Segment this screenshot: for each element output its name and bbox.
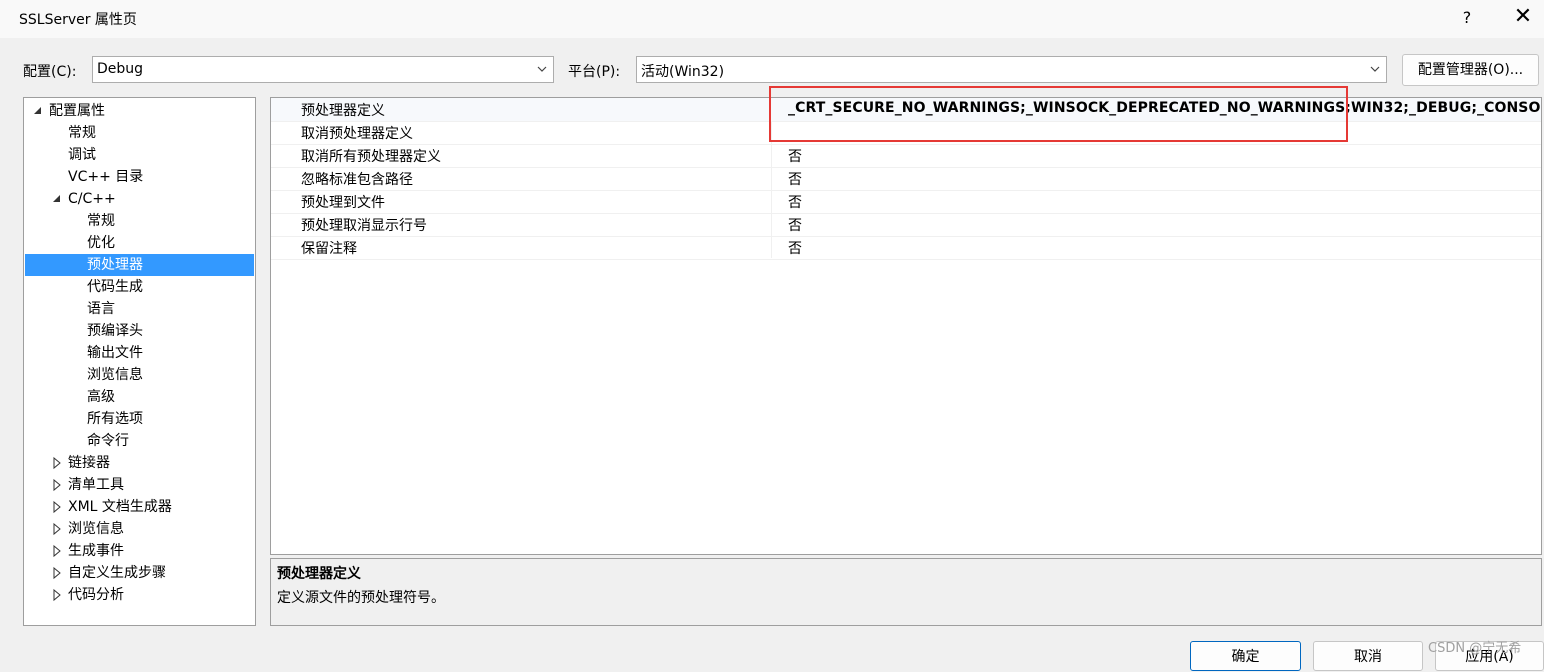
property-name: 保留注释: [301, 241, 357, 257]
tree-item-code-generation[interactable]: 代码生成: [87, 276, 143, 298]
description-title: 预处理器定义: [277, 566, 361, 582]
platform-label: 平台(P):: [568, 64, 621, 80]
config-label: 配置(C):: [23, 64, 77, 80]
tree-item-browse-info[interactable]: 浏览信息: [24, 518, 255, 540]
tree-item-manifest-tool[interactable]: 清单工具: [24, 474, 255, 496]
description-panel: 预处理器定义 定义源文件的预处理符号。: [270, 558, 1542, 626]
close-button[interactable]: ✕: [1511, 4, 1535, 29]
tree-item-command-line[interactable]: 命令行: [87, 430, 129, 452]
tree-item-code-analysis[interactable]: 代码分析: [24, 584, 255, 606]
tree-label: XML 文档生成器: [68, 499, 172, 515]
tree-label: 配置属性: [49, 103, 105, 119]
config-manager-button[interactable]: 配置管理器(O)...: [1402, 54, 1539, 86]
property-grid: 预处理器定义 _CRT_SECURE_NO_WARNINGS;_WINSOCK_…: [270, 97, 1542, 555]
property-name: 预处理取消显示行号: [301, 218, 427, 234]
tree-item-cpp-optimization[interactable]: 优化: [87, 232, 115, 254]
ok-button[interactable]: 确定: [1190, 641, 1301, 671]
tree-item-precompiled-headers[interactable]: 预编译头: [87, 320, 143, 342]
tree-item-browse-information[interactable]: 浏览信息: [87, 364, 143, 386]
property-value[interactable]: 否: [788, 238, 802, 258]
property-value[interactable]: 否: [788, 192, 802, 212]
platform-dropdown[interactable]: 活动(Win32): [636, 56, 1387, 83]
tree-label: 自定义生成步骤: [68, 565, 166, 581]
tree-label: 生成事件: [68, 543, 124, 559]
property-value[interactable]: 否: [788, 215, 802, 235]
tree-label: 清单工具: [68, 477, 124, 493]
collapsed-caret-icon[interactable]: [52, 540, 62, 562]
property-name: 预处理到文件: [301, 195, 385, 211]
property-row[interactable]: 取消所有预处理器定义 否: [271, 144, 1541, 168]
tree-item-output-files[interactable]: 输出文件: [87, 342, 143, 364]
tree-item-config-properties[interactable]: 配置属性: [24, 100, 255, 122]
chevron-down-icon: [1370, 66, 1380, 72]
collapsed-caret-icon[interactable]: [52, 562, 62, 584]
title-bar: SSLServer 属性页 ? ✕: [0, 0, 1544, 38]
tree-item-language[interactable]: 语言: [87, 298, 115, 320]
collapsed-caret-icon[interactable]: [52, 518, 62, 540]
tree-item-general[interactable]: 常规: [68, 122, 96, 144]
property-name: 取消所有预处理器定义: [301, 149, 441, 165]
property-row[interactable]: 保留注释 否: [271, 236, 1541, 260]
tree-label: 浏览信息: [68, 521, 124, 537]
config-dropdown[interactable]: Debug: [92, 56, 554, 83]
tree-item-cpp[interactable]: C/C++: [24, 188, 255, 210]
tree-item-vc-directories[interactable]: VC++ 目录: [68, 166, 143, 188]
property-name: 忽略标准包含路径: [301, 172, 413, 188]
collapsed-caret-icon[interactable]: [52, 584, 62, 606]
collapsed-caret-icon[interactable]: [52, 452, 62, 474]
tree-item-custom-build-step[interactable]: 自定义生成步骤: [24, 562, 255, 584]
collapsed-caret-icon[interactable]: [52, 474, 62, 496]
property-row[interactable]: 预处理到文件 否: [271, 190, 1541, 214]
expanded-caret-icon[interactable]: [33, 100, 43, 122]
property-value[interactable]: 否: [788, 146, 802, 166]
window-title: SSLServer 属性页: [19, 12, 137, 28]
config-value: Debug: [97, 61, 144, 77]
property-value[interactable]: _CRT_SECURE_NO_WARNINGS;_WINSOCK_DEPRECA…: [788, 100, 1541, 116]
help-button[interactable]: ?: [1457, 8, 1477, 27]
tree-item-linker[interactable]: 链接器: [24, 452, 255, 474]
tree-label: 代码分析: [68, 587, 124, 603]
property-value[interactable]: 否: [788, 169, 802, 189]
tree-item-build-events[interactable]: 生成事件: [24, 540, 255, 562]
platform-value: 活动(Win32): [641, 64, 725, 80]
tree-label: C/C++: [68, 191, 116, 207]
property-row[interactable]: 忽略标准包含路径 否: [271, 167, 1541, 191]
tree-item-cpp-general[interactable]: 常规: [87, 210, 115, 232]
property-row[interactable]: 取消预处理器定义: [271, 121, 1541, 145]
collapsed-caret-icon[interactable]: [52, 496, 62, 518]
tree-item-advanced[interactable]: 高级: [87, 386, 115, 408]
property-tree: 配置属性 常规 调试 VC++ 目录 C/C++ 常规 优化 预处理器 代码生成…: [23, 97, 256, 626]
expanded-caret-icon[interactable]: [52, 188, 62, 210]
property-row[interactable]: 预处理器定义 _CRT_SECURE_NO_WARNINGS;_WINSOCK_…: [271, 98, 1541, 122]
tree-item-xml-doc-generator[interactable]: XML 文档生成器: [24, 496, 255, 518]
tree-item-debugging[interactable]: 调试: [68, 144, 96, 166]
tree-item-preprocessor[interactable]: 预处理器: [25, 254, 254, 276]
property-row[interactable]: 预处理取消显示行号 否: [271, 213, 1541, 237]
chevron-down-icon: [537, 66, 547, 72]
tree-label: 链接器: [68, 455, 110, 471]
tree-item-all-options[interactable]: 所有选项: [87, 408, 143, 430]
watermark: CSDN @宁无希: [1428, 641, 1522, 656]
description-text: 定义源文件的预处理符号。: [277, 590, 445, 606]
cancel-button[interactable]: 取消: [1313, 641, 1423, 671]
property-name: 预处理器定义: [301, 103, 385, 119]
property-name: 取消预处理器定义: [301, 126, 413, 142]
